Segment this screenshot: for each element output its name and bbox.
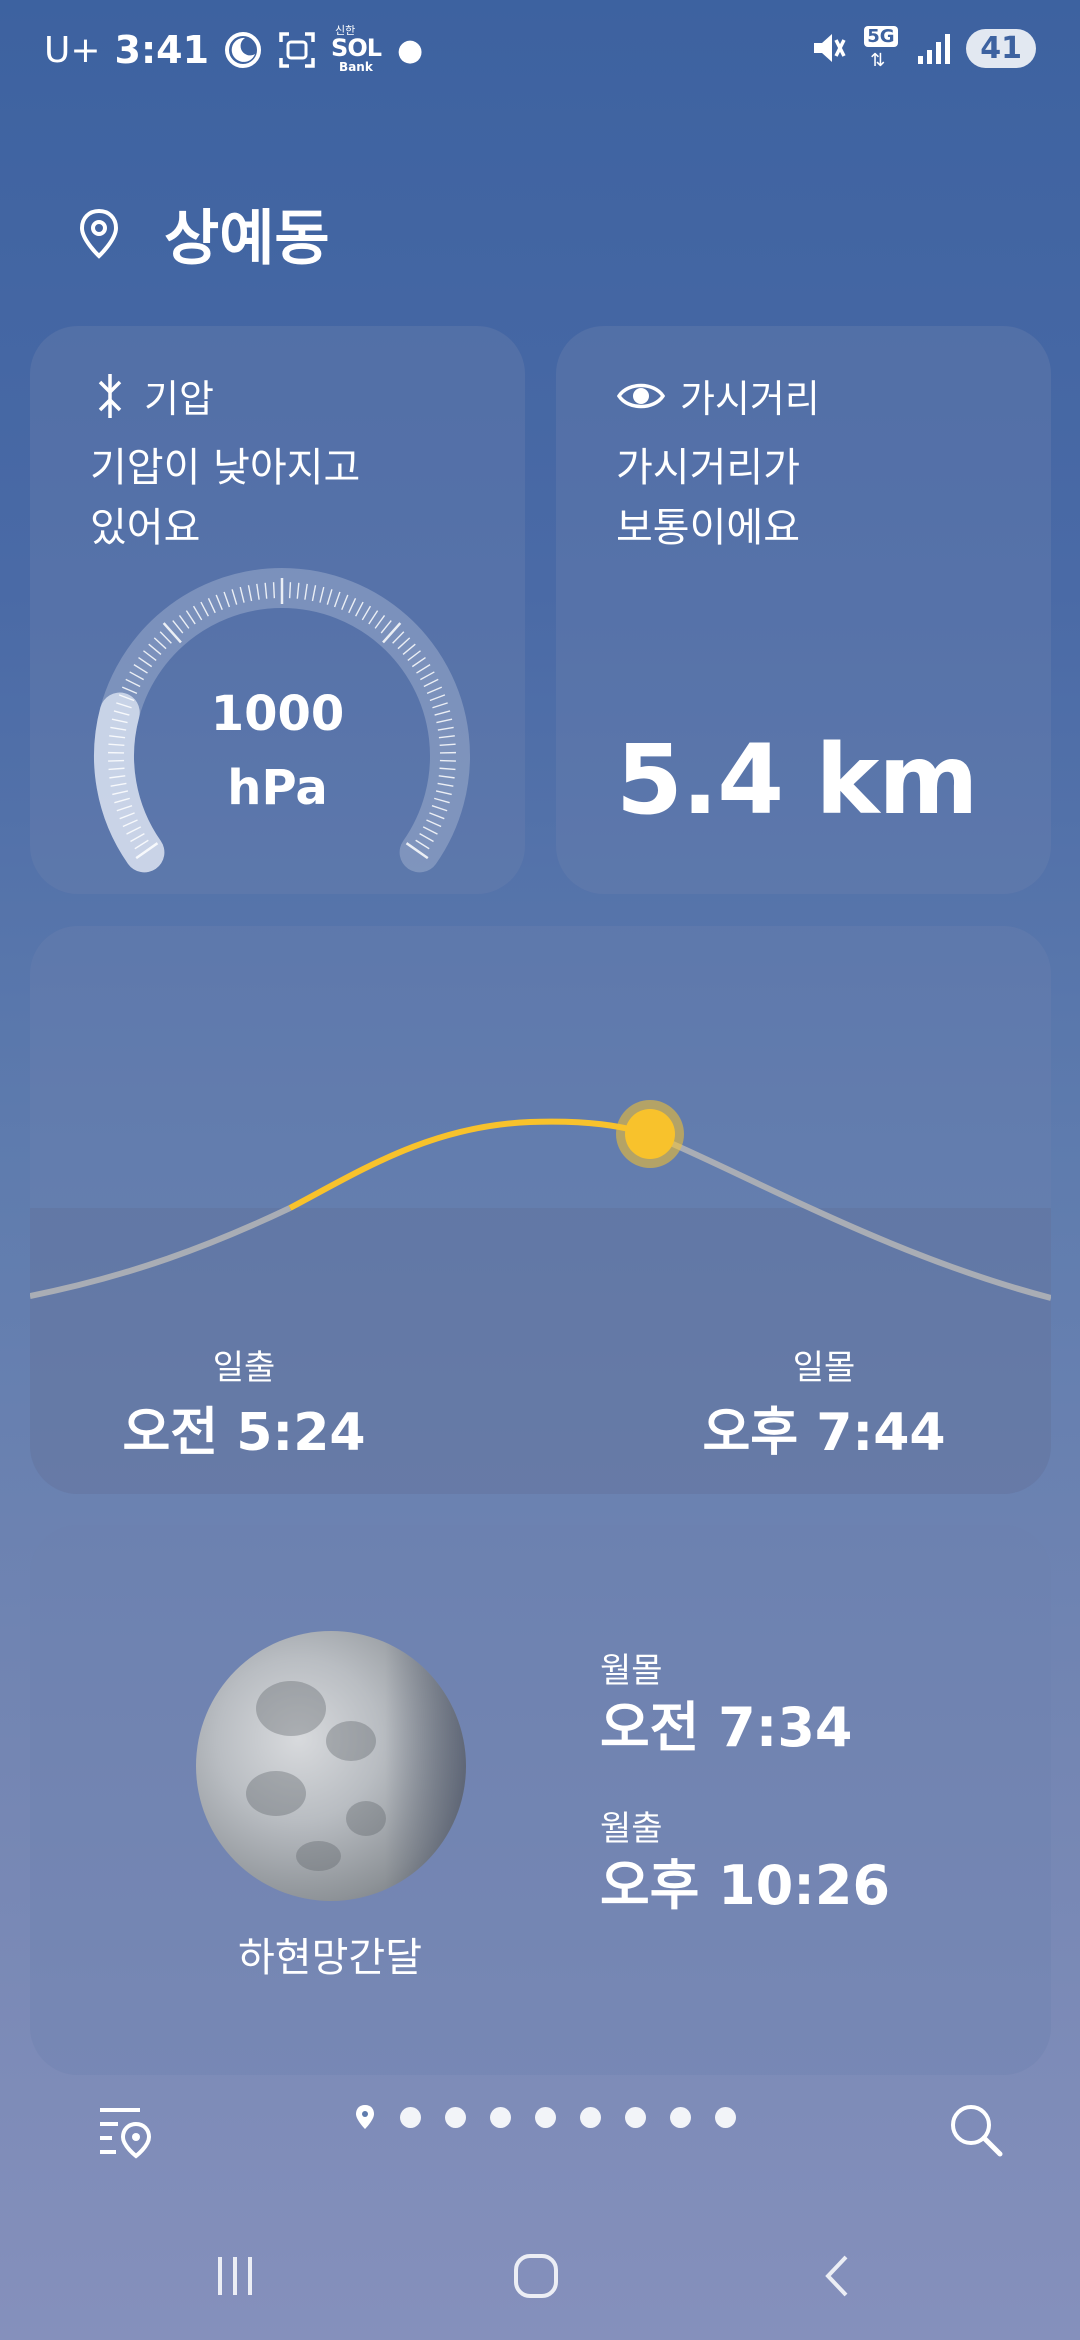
pressure-value: 1000 <box>210 686 345 742</box>
dot-icon: ● <box>397 32 424 68</box>
mute-icon <box>814 34 846 62</box>
visibility-card-header: 가시거리 <box>616 368 820 423</box>
gauge-tick <box>288 582 292 599</box>
sun-path-before <box>30 1205 292 1299</box>
shinhan-sol-bank-icon: 신한 SOL Bank <box>331 24 383 74</box>
page-indicator[interactable] <box>354 2104 736 2130</box>
status-time: 3:41 <box>114 28 210 72</box>
network-icon: 5G ⇅ <box>862 26 902 71</box>
page-dot[interactable] <box>670 2106 691 2128</box>
visibility-card[interactable]: 가시거리 가시거리가 보통이에요 5.4 km <box>556 326 1051 894</box>
pressure-description: 기압이 낮아지고 있어요 <box>90 438 360 558</box>
recents-icon[interactable] <box>210 2251 260 2301</box>
moon-icon <box>225 32 262 68</box>
bank-icon-text-mid: SOL <box>331 34 382 62</box>
moon-card[interactable]: 하현망간달 월몰 오전 7:34 월출 오후 10:26 <box>30 1525 1051 2075</box>
moon-phase-name: 하현망간달 <box>238 1935 422 1981</box>
bank-icon-text-bot: Bank <box>339 60 373 74</box>
screenshot-icon <box>279 32 315 68</box>
page-dot[interactable] <box>400 2106 421 2128</box>
eye-icon <box>616 383 666 408</box>
location-name: 상예동 <box>164 204 330 274</box>
sunrise-time: 오전 5:24 <box>122 1403 366 1463</box>
moonrise-time: 오후 10:26 <box>600 1854 891 1917</box>
visibility-title: 가시거리 <box>680 377 820 421</box>
visibility-description: 가시거리가 보통이에요 <box>616 438 800 558</box>
location-pin-icon <box>79 208 119 259</box>
pressure-description-line2: 있어요 <box>90 505 201 551</box>
moon-phase-icon <box>196 1631 466 1901</box>
sunrise-label: 일출 <box>212 1348 276 1388</box>
pressure-unit: hPa <box>227 760 328 816</box>
page-dot[interactable] <box>715 2106 736 2128</box>
location-header: 상예동 <box>78 190 330 277</box>
signal-icon <box>918 34 951 64</box>
home-icon[interactable] <box>511 2251 561 2301</box>
gauge-tick <box>272 582 276 599</box>
navigation-bar <box>0 2235 1080 2315</box>
battery-indicator: 41 <box>966 28 1036 68</box>
back-icon[interactable] <box>814 2251 864 2301</box>
bottom-bar <box>0 2090 1080 2170</box>
pressure-description-line1: 기압이 낮아지고 <box>90 445 361 491</box>
pressure-card-header: 기압 <box>90 368 214 423</box>
sun-path-day <box>288 1118 651 1211</box>
pressure-card[interactable]: 기압 기압이 낮아지고 있어요 1000 hPa <box>30 326 525 894</box>
sun-path-night <box>648 1131 1051 1301</box>
page-dot[interactable] <box>535 2106 556 2128</box>
sun-marker <box>625 1109 675 1159</box>
visibility-value: 5.4 km <box>616 724 978 836</box>
network-label: 5G <box>864 26 898 47</box>
status-bar: U+ 3:41 신한 SOL Bank ● 5G ⇅ 41 <box>0 0 1080 100</box>
location-list-icon[interactable] <box>96 2100 156 2160</box>
page-dot[interactable] <box>580 2106 601 2128</box>
sunset-time: 오후 7:44 <box>702 1403 946 1463</box>
page-dot-current-location-icon[interactable] <box>354 2104 376 2130</box>
carrier-label: U+ <box>44 29 101 71</box>
visibility-description-line2: 보통이에요 <box>616 505 800 551</box>
visibility-description-line1: 가시거리가 <box>616 445 800 491</box>
pressure-title: 기압 <box>144 377 214 421</box>
sunset-label: 일몰 <box>792 1348 856 1388</box>
pressure-icon <box>98 373 122 418</box>
page-dot[interactable] <box>490 2106 511 2128</box>
search-icon[interactable] <box>946 2100 1006 2160</box>
page-dot[interactable] <box>445 2106 466 2128</box>
moonset-time: 오전 7:34 <box>600 1696 853 1759</box>
sun-card[interactable]: 일출 오전 5:24 일몰 오후 7:44 <box>30 926 1051 1494</box>
page-dot[interactable] <box>625 2106 646 2128</box>
